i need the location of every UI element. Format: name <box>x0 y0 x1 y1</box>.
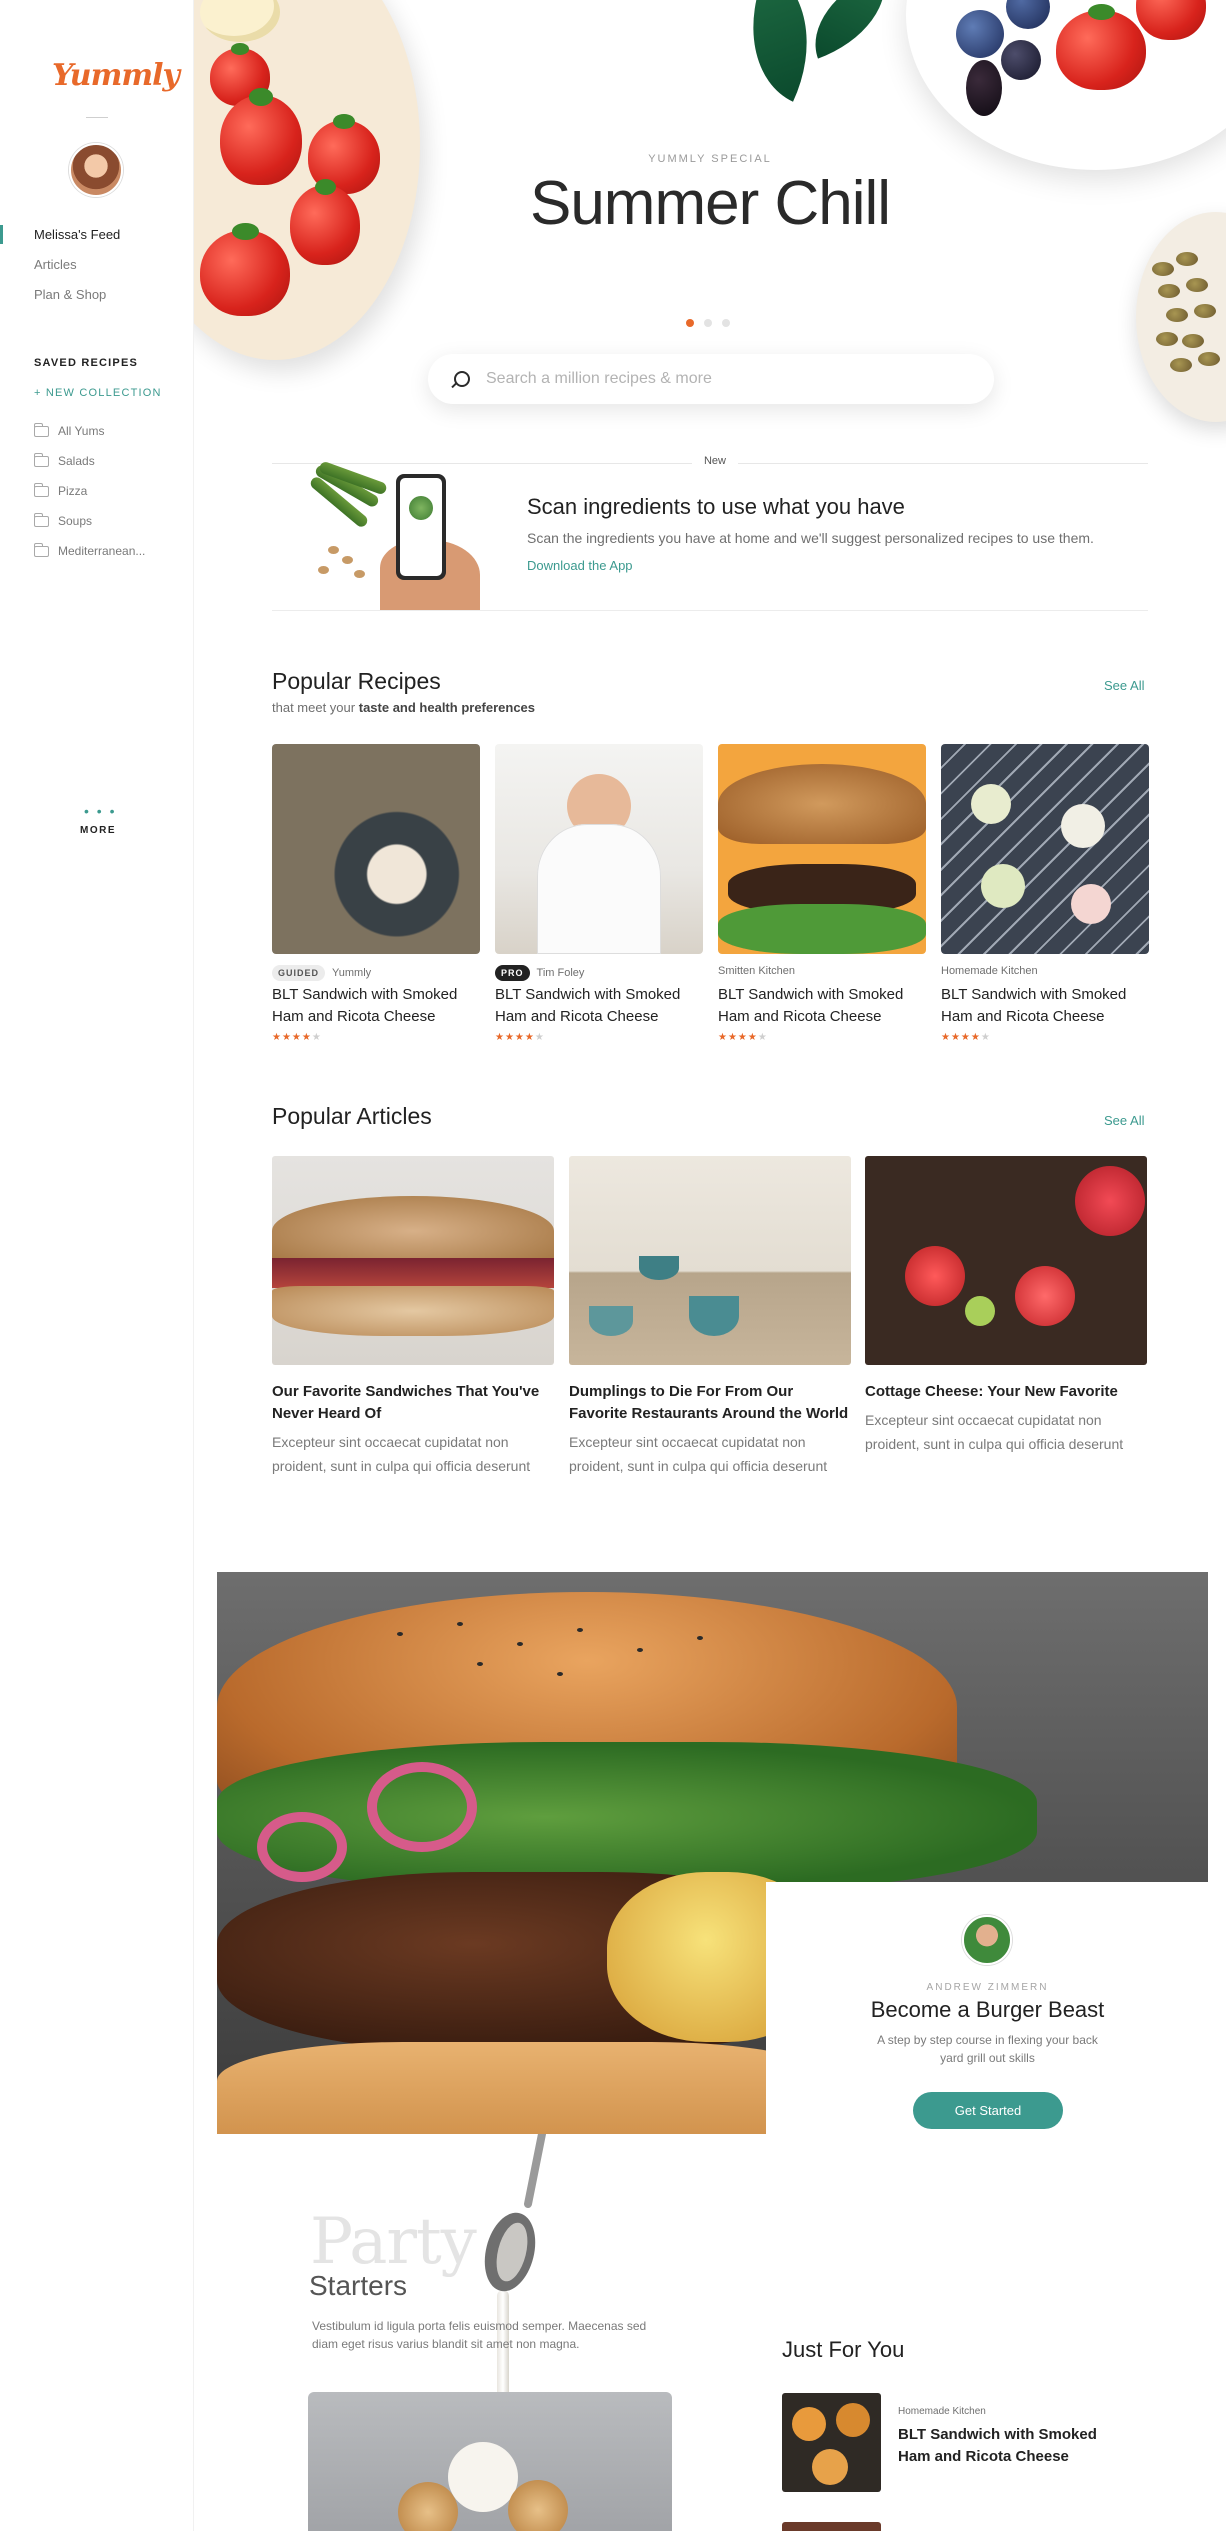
nav-item-feed[interactable]: Melissa's Feed <box>34 227 120 242</box>
get-started-button[interactable]: Get Started <box>913 2092 1063 2129</box>
article-card-image[interactable] <box>272 1156 554 1365</box>
recipe-meta: GUIDED Yummly <box>272 965 371 981</box>
popular-recipes-subtitle: that meet your taste and health preferen… <box>272 700 536 715</box>
article-card-image[interactable] <box>865 1156 1147 1365</box>
strawberry <box>200 223 290 316</box>
avatar <box>962 1915 1012 1965</box>
popular-recipes-title: Popular Recipes <box>272 668 441 694</box>
new-collection-button[interactable]: + NEW COLLECTION <box>34 387 162 399</box>
recipe-source: Smitten Kitchen <box>718 965 796 977</box>
collection-item[interactable]: All Yums <box>34 422 104 438</box>
collection-item[interactable]: Pizza <box>34 482 87 498</box>
collection-item[interactable]: Salads <box>34 452 95 468</box>
carousel-dot-2[interactable] <box>704 319 712 327</box>
rating-stars: ★★★★★ <box>495 1032 545 1043</box>
folder-icon <box>34 512 49 527</box>
recipe-card-image[interactable] <box>495 744 703 954</box>
party-script-title: Party <box>310 2205 477 2279</box>
folder-icon <box>34 422 49 437</box>
nav-item-plan-shop[interactable]: Plan & Shop <box>34 287 106 302</box>
divider <box>272 610 1148 611</box>
feature-author: ANDREW ZIMMERN <box>926 1982 1049 1993</box>
recipe-meta: Smitten Kitchen <box>718 965 795 977</box>
sidebar: Yummly Melissa's Feed Articles Plan & Sh… <box>0 0 193 2531</box>
just-for-you-image[interactable] <box>782 2393 881 2492</box>
banana-slice <box>200 0 280 42</box>
article-desc: Excepteur sint occaecat cupidatat non pr… <box>569 1434 828 1474</box>
carousel-dot-3[interactable] <box>722 319 730 327</box>
hero-berry-bowl <box>906 0 1226 170</box>
recipe-title[interactable]: BLT Sandwich with Smoked Ham and Ricota … <box>272 984 480 1028</box>
recipe-title[interactable]: BLT Sandwich with Smoked Ham and Ricota … <box>495 984 703 1028</box>
recipe-card-image[interactable] <box>272 744 480 954</box>
recipe-title[interactable]: BLT Sandwich with Smoked Ham and Ricota … <box>941 984 1149 1028</box>
hero-eyebrow: YUMMLY SPECIAL <box>648 153 772 165</box>
active-indicator <box>0 225 3 244</box>
avatar[interactable] <box>69 143 123 197</box>
rating-stars: ★★★★★ <box>272 1032 322 1043</box>
recipe-meta: PRO Tim Foley <box>495 965 584 981</box>
folder-icon <box>34 452 49 467</box>
promo-new-tag: New <box>703 455 726 467</box>
recipe-source: Yummly <box>332 967 372 979</box>
party-image[interactable] <box>308 2392 672 2531</box>
strawberry <box>220 87 302 185</box>
strawberry <box>290 178 360 265</box>
article-card-image[interactable] <box>569 1156 851 1365</box>
promo-title: Scan ingredients to use what you have <box>527 494 905 519</box>
carousel-dot-1[interactable] <box>686 319 694 327</box>
mint-leaf <box>797 0 903 59</box>
yummly-logo[interactable]: Yummly <box>52 58 180 93</box>
pistachio-bowl <box>1136 212 1226 422</box>
article-desc: Excepteur sint occaecat cupidatat non pr… <box>865 1412 1124 1452</box>
divider <box>86 117 108 118</box>
party-description: Vestibulum id ligula porta felis euismod… <box>312 2319 647 2351</box>
popular-articles-title: Popular Articles <box>272 1103 432 1129</box>
article-desc: Excepteur sint occaecat cupidatat non pr… <box>272 1434 531 1474</box>
guided-badge: GUIDED <box>272 965 326 981</box>
divider <box>272 463 692 464</box>
article-title[interactable]: Our Favorite Sandwiches That You've Neve… <box>272 1381 557 1425</box>
promo-description: Scan the ingredients you have at home an… <box>527 530 1094 546</box>
party-title: Starters <box>309 2270 408 2301</box>
collection-item[interactable]: Mediterranean... <box>34 542 145 558</box>
article-title[interactable]: Cottage Cheese: Your New Favorite <box>865 1381 1150 1403</box>
recipe-title[interactable]: BLT Sandwich with Smoked Ham and Ricota … <box>718 984 926 1028</box>
recipes-see-all-link[interactable]: See All <box>1104 678 1144 693</box>
nav-item-articles[interactable]: Articles <box>34 257 77 272</box>
more-dots-icon: • • • <box>84 803 117 819</box>
feature-description: A step by step course in flexing your ba… <box>877 2033 1098 2065</box>
rating-stars: ★★★★★ <box>718 1032 768 1043</box>
articles-see-all-link[interactable]: See All <box>1104 1113 1144 1128</box>
phone-image <box>396 474 446 580</box>
recipe-card-image[interactable] <box>941 744 1149 954</box>
just-for-you-title: Just For You <box>782 2337 905 2362</box>
folder-icon <box>34 542 49 557</box>
just-for-you-image[interactable] <box>782 2522 881 2531</box>
spoon-image <box>484 2134 546 2292</box>
hero-title: Summer Chill <box>529 169 891 238</box>
recipe-card-image[interactable] <box>718 744 926 954</box>
recipe-source: Homemade Kitchen <box>898 2406 986 2417</box>
pro-badge: PRO <box>495 965 530 981</box>
recipe-title[interactable]: BLT Sandwich with Smoked Ham and Ricota … <box>898 2424 1128 2468</box>
more-button[interactable]: MORE <box>80 825 116 836</box>
feature-title: Become a Burger Beast <box>870 1997 1105 2022</box>
search-icon <box>454 371 470 387</box>
search-placeholder: Search a million recipes & more <box>486 370 712 387</box>
recipe-source: Homemade Kitchen <box>941 965 1038 977</box>
divider <box>738 463 1148 464</box>
download-app-link[interactable]: Download the App <box>527 558 633 573</box>
search-input[interactable]: Search a million recipes & more <box>428 354 994 404</box>
collection-item[interactable]: Soups <box>34 512 92 528</box>
rating-stars: ★★★★★ <box>941 1032 991 1043</box>
saved-recipes-heading: SAVED RECIPES <box>34 357 139 369</box>
recipe-source: Tim Foley <box>536 967 585 979</box>
article-title[interactable]: Dumplings to Die For From Our Favorite R… <box>569 1381 854 1425</box>
recipe-meta: Homemade Kitchen <box>941 965 1038 977</box>
folder-icon <box>34 482 49 497</box>
